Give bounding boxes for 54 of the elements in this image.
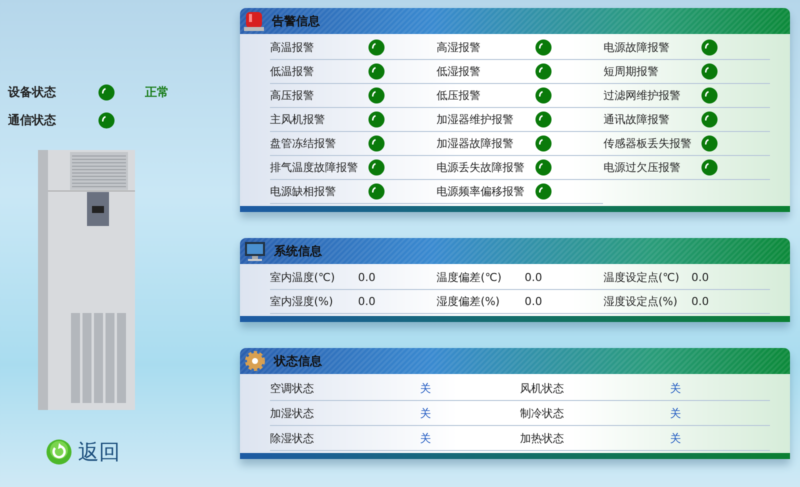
parameter-label: 室内湿度(%) bbox=[270, 294, 334, 309]
alarm-siren-icon bbox=[244, 10, 264, 32]
status-value: 关 bbox=[420, 406, 431, 420]
status-value: 关 bbox=[420, 380, 431, 396]
status-value: 关 bbox=[420, 430, 431, 446]
alarm-label: 低压报警 bbox=[436, 88, 482, 103]
alarm-label: 加湿器维护报警 bbox=[436, 112, 515, 127]
alarm-label: 电源缺相报警 bbox=[270, 184, 337, 199]
status-label: 加热状态 bbox=[520, 430, 565, 446]
parameter-label: 温度偏差(℃) bbox=[436, 270, 503, 285]
alarm-label: 低湿报警 bbox=[436, 64, 482, 79]
parameter-value: 0.0 bbox=[691, 295, 709, 308]
parameter-value: 0.0 bbox=[691, 271, 709, 284]
panel-title: 系统信息 bbox=[274, 242, 322, 260]
gear-icon bbox=[244, 350, 266, 372]
status-label: 空调状态 bbox=[270, 380, 315, 396]
status-label: 制冷状态 bbox=[520, 406, 565, 420]
back-button[interactable]: 返回 bbox=[46, 438, 240, 466]
alarm-label: 传感器板丢失报警 bbox=[603, 136, 692, 151]
parameter-value: 0.0 bbox=[524, 271, 542, 284]
parameter-value: 0.0 bbox=[358, 295, 376, 308]
panel-title: 告警信息 bbox=[272, 12, 320, 30]
alarm-label: 主风机报警 bbox=[270, 112, 326, 127]
status-label: 加湿状态 bbox=[270, 406, 315, 420]
panel-title: 状态信息 bbox=[274, 352, 322, 370]
alarm-label: 盘管冻结报警 bbox=[270, 136, 337, 151]
status-value: 关 bbox=[670, 406, 681, 420]
parameter-label: 湿度偏差(%) bbox=[436, 294, 501, 309]
status-value: 关 bbox=[670, 430, 681, 446]
parameter-label: 湿度设定点(%) bbox=[603, 294, 678, 309]
status-label: 通信状态 bbox=[8, 112, 57, 128]
status-text: 正常 bbox=[145, 84, 169, 100]
alarm-label: 电源过欠压报警 bbox=[603, 160, 682, 175]
alarm-label: 高湿报警 bbox=[436, 40, 482, 55]
alarm-label: 电源丢失故障报警 bbox=[436, 160, 526, 175]
alarm-label: 低温报警 bbox=[270, 64, 315, 79]
status-value: 关 bbox=[670, 380, 681, 396]
parameter-label: 室内温度(℃) bbox=[270, 270, 336, 285]
alarm-label: 高压报警 bbox=[270, 88, 315, 103]
monitor-icon bbox=[244, 240, 266, 262]
alarm-label: 加湿器故障报警 bbox=[436, 136, 515, 151]
parameter-value: 0.0 bbox=[358, 271, 376, 284]
alarm-label: 短周期报警 bbox=[603, 64, 660, 79]
alarm-label: 电源频率偏移报警 bbox=[436, 184, 526, 199]
alarm-label: 排气温度故障报警 bbox=[270, 160, 359, 175]
alarm-label: 过滤网维护报警 bbox=[603, 88, 682, 103]
status-label: 风机状态 bbox=[520, 380, 565, 396]
alarm-label: 高温报警 bbox=[270, 40, 315, 55]
alarm-label: 通讯故障报警 bbox=[603, 112, 670, 127]
alarm-label: 电源故障报警 bbox=[603, 40, 670, 55]
parameter-label: 温度设定点(℃) bbox=[603, 270, 680, 285]
status-label: 设备状态 bbox=[8, 84, 57, 100]
parameter-value: 0.0 bbox=[524, 295, 542, 308]
status-label: 除湿状态 bbox=[270, 430, 315, 446]
